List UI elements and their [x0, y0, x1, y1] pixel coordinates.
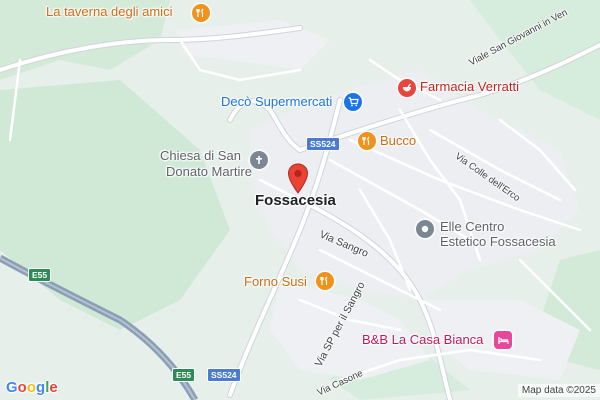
red-map-pin-icon [287, 163, 309, 194]
poi-label: Bucco [380, 133, 417, 148]
poi-label: Farmacia Verratti [420, 79, 519, 94]
google-logo[interactable]: Google [6, 379, 58, 396]
e55-shield-bottom: E55 [172, 368, 196, 382]
poi-label-line1: Elle Centro [440, 219, 505, 234]
poi-label-line2: Donato Martire [166, 164, 252, 179]
circle-dot-icon [416, 220, 434, 238]
logo-letter: o [26, 379, 37, 396]
logo-letter: g [36, 379, 46, 396]
ss524-shield-top: SS524 [306, 137, 340, 151]
poi-label: Forno Susi [244, 274, 307, 289]
bed-icon [494, 331, 512, 349]
town-label: Fossacesia [255, 192, 336, 209]
fork-knife-icon [316, 272, 334, 290]
ss524-shield-bottom: SS524 [207, 368, 241, 382]
urban-area [175, 20, 330, 70]
town-marker[interactable] [287, 163, 309, 195]
cross-icon [250, 151, 268, 169]
vegetation-area [0, 80, 230, 330]
poi-label: B&B La Casa Bianca [362, 332, 484, 347]
map-canvas[interactable]: SS524 SS524 E55 E55 Viale San Giovanni i… [0, 0, 600, 400]
poi-label-line2: Estetico Fossacesia [440, 234, 556, 249]
shopping-cart-icon [344, 93, 362, 111]
poi-label: La taverna degli amici [46, 4, 173, 19]
logo-letter: o [17, 379, 27, 396]
logo-letter: G [6, 379, 18, 396]
poi-label: Decò Supermercati [221, 94, 333, 109]
e55-shield-left: E55 [28, 268, 52, 282]
mortar-pestle-icon [398, 79, 416, 97]
fork-knife-icon [192, 4, 210, 22]
vegetation-area [470, 0, 600, 120]
logo-letter: e [49, 379, 58, 396]
map-attribution[interactable]: Map data ©2025 [517, 384, 600, 397]
poi-label-line1: Chiesa di San [160, 148, 241, 163]
fork-knife-icon [358, 132, 376, 150]
